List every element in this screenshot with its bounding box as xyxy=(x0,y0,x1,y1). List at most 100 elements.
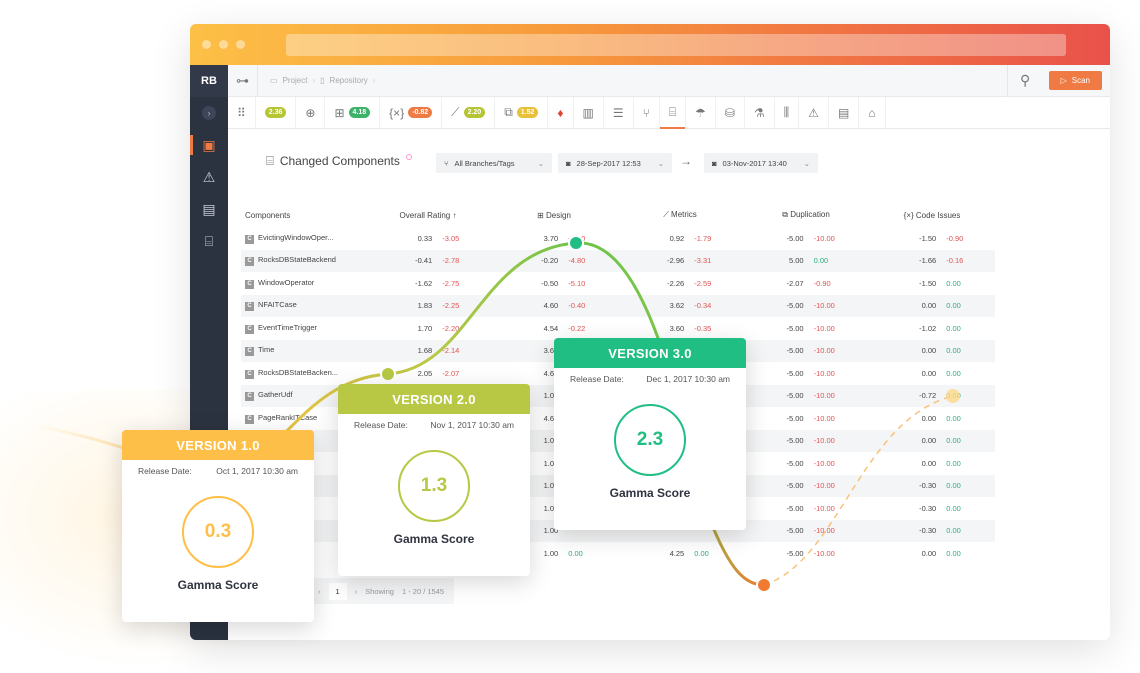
col-overall-rating[interactable]: Overall Rating ↑ xyxy=(365,203,491,227)
sidebar-toggle[interactable]: › xyxy=(190,97,228,129)
score-badge: 2.20 xyxy=(463,107,486,118)
address-bar[interactable] xyxy=(286,34,1066,56)
toolbar-item-fire[interactable]: ♦ xyxy=(548,96,574,129)
col-design[interactable]: ⊞ Design xyxy=(491,203,617,227)
delta-cell: 0.00 xyxy=(946,474,995,497)
scan-label: Scan xyxy=(1071,76,1090,85)
value-cell: -5.00 xyxy=(743,339,814,362)
delta-cell: -10.00 xyxy=(813,429,869,452)
col-code-issues[interactable]: {×} Code Issues xyxy=(869,203,995,227)
toolbar-item-database-stack[interactable]: ⛁ xyxy=(716,96,745,129)
delta-cell: -10.00 xyxy=(813,519,869,542)
prev-page-button[interactable]: ‹ xyxy=(318,587,321,596)
toolbar-item-list[interactable]: ☰ xyxy=(604,96,634,129)
toolbar-item-metrics[interactable]: ⟋ 2.20 xyxy=(442,96,496,129)
version-card-3[interactable]: VERSION 3.0 Release Date: Dec 1, 2017 10:… xyxy=(554,338,746,530)
component-name-cell[interactable]: C RocksDBStateBackend xyxy=(241,249,365,272)
toolbar-item-duplication[interactable]: ⧉ 1.52 xyxy=(495,96,549,129)
toolbar-item-flask[interactable]: ⚗ xyxy=(745,96,775,129)
components-icon: ⌸ xyxy=(668,105,677,119)
value-cell: -5.00 xyxy=(786,233,804,243)
component-name: WindowOperator xyxy=(258,277,315,287)
search-button[interactable]: ⚲ xyxy=(1006,64,1043,97)
table-row[interactable]: C NFAITCase 1.83 -2.25 4.60 -0.40 3.62 -0.34 -5.… xyxy=(241,294,995,317)
component-name-cell[interactable]: C EventTimeTrigger xyxy=(241,317,365,340)
col-metrics[interactable]: ⟋ Metrics xyxy=(617,203,743,227)
col-components[interactable]: Components xyxy=(241,203,365,227)
table-row[interactable]: C EventTimeTrigger 1.70 -2.20 4.54 -0.22 3.60-… xyxy=(241,317,995,340)
delta-cell: 0.00 xyxy=(568,548,583,558)
value-cell: 2.05 xyxy=(417,368,433,378)
toolbar-item-grid[interactable]: ⠿ xyxy=(228,96,256,129)
value-cell: -5.00 xyxy=(743,384,814,407)
value-cell: 0.00 xyxy=(921,368,937,378)
value-cell: 3.62 xyxy=(617,294,695,317)
sidebar-item-projects[interactable]: ▣ xyxy=(190,129,228,161)
value-cell: -5.00 xyxy=(786,413,804,423)
hierarchy-icon[interactable]: ⊶ xyxy=(228,64,258,97)
breadcrumb-project[interactable]: Project xyxy=(283,76,308,85)
component-name-cell[interactable]: C Time xyxy=(241,339,365,362)
date-from-select[interactable]: ◙ 28-Sep-2017 12:53 ⌄ xyxy=(558,153,672,173)
toolbar-item-branch[interactable]: ⑂ xyxy=(634,96,660,129)
delta-cell: -0.40 xyxy=(568,294,617,317)
toolbar-item-code-issues[interactable]: {×} -0.82 xyxy=(380,96,443,129)
grid-icon: ⠿ xyxy=(237,105,246,120)
score-badge: 2.36 xyxy=(264,107,287,118)
component-name: PageRankITCase xyxy=(258,412,318,422)
page-number[interactable]: 1 xyxy=(328,582,347,600)
delta-cell: 0.00 xyxy=(946,368,961,378)
toolbar-item-tag[interactable]: ⌂ xyxy=(859,96,886,129)
delta-cell: -0.90 xyxy=(946,233,964,243)
toolbar-item-warning[interactable]: ⚠ xyxy=(799,96,829,129)
value-cell: -0.20 xyxy=(491,249,569,272)
table-row[interactable]: C WindowOperator -1.62 -2.75 -0.50 -5.10 -2.26… xyxy=(241,272,995,295)
component-name-cell[interactable]: C EvictingWindowOper... xyxy=(241,227,365,250)
breadcrumb-repository[interactable]: Repository xyxy=(330,76,368,85)
duplication-icon: ⧉ xyxy=(504,105,513,119)
version-card-2[interactable]: VERSION 2.0 Release Date: Nov 1, 2017 10:… xyxy=(338,384,530,576)
class-icon: C xyxy=(245,279,254,289)
sidebar-item-reports[interactable]: ▤ xyxy=(190,193,228,225)
next-page-button[interactable]: › xyxy=(355,587,358,596)
sidebar-item-scan[interactable]: ⌸ xyxy=(190,225,228,257)
sidebar-item-alerts[interactable]: ⚠ xyxy=(190,161,228,193)
gamma-score-label: Gamma Score xyxy=(177,578,259,592)
delta-cell: -10.00 xyxy=(813,339,869,362)
delta-cell: 0.00 xyxy=(946,339,995,362)
scan-button[interactable]: ▷ Scan xyxy=(1048,71,1102,90)
component-name-cell[interactable]: C WindowOperator xyxy=(241,272,365,295)
breadcrumb: ▭ Project › ▯ Repository › xyxy=(258,76,375,85)
toolbar-item-test-tubes[interactable]: ⫼ xyxy=(775,96,800,129)
toolbar-item-layout[interactable]: ▥ xyxy=(574,96,604,129)
toolbar-item-umbrella[interactable]: ☂ xyxy=(686,96,716,129)
clipboard-icon: ▤ xyxy=(837,105,850,120)
date-to-select[interactable]: ◙ 03-Nov-2017 13:40 ⌄ xyxy=(704,153,818,173)
delta-cell: -2.59 xyxy=(694,278,712,288)
delta-cell: 0.00 xyxy=(946,503,961,513)
version-card-1[interactable]: VERSION 1.0 Release Date: Oct 1, 2017 10:… xyxy=(122,430,314,622)
component-name: EventTimeTrigger xyxy=(258,322,318,332)
delta-cell: -0.60 xyxy=(568,233,586,243)
toolbar-item-target[interactable]: ⊕ xyxy=(296,96,326,129)
delta-cell: 0.00 xyxy=(694,548,709,558)
toolbar-item-components[interactable]: ⌸ xyxy=(659,96,687,129)
toolbar-item-score[interactable]: 2.36 xyxy=(256,96,297,129)
fire-icon: ♦ xyxy=(557,105,564,120)
info-icon[interactable] xyxy=(405,154,412,160)
metrics-icon: ⟋ xyxy=(663,210,669,219)
toolbar-item-design[interactable]: ⊞ 4.18 xyxy=(325,96,381,129)
component-name-cell[interactable]: C NFAITCase xyxy=(241,294,365,317)
table-row[interactable]: C RocksDBStateBackend -0.41 -2.78 -0.20 -4.80… xyxy=(241,249,995,272)
toolbar-item-clipboard[interactable]: ▤ xyxy=(829,96,860,129)
class-icon: C xyxy=(245,392,254,402)
folder-gear-icon: ▭ xyxy=(270,76,278,85)
component-name-cell[interactable]: C RocksDBStateBacken... xyxy=(241,362,365,385)
delta-cell: -3.31 xyxy=(694,249,743,272)
col-duplication[interactable]: ⧉ Duplication xyxy=(743,203,869,227)
table-row[interactable]: C EvictingWindowOper... 0.33 -3.05 3.70 -0.60… xyxy=(241,227,995,250)
delta-cell: 0.00 xyxy=(946,458,961,468)
version-title: VERSION 1.0 xyxy=(122,430,314,460)
branch-filter[interactable]: ⑂ All Branches/Tags ⌄ xyxy=(436,153,552,173)
window-controls[interactable] xyxy=(202,40,245,49)
